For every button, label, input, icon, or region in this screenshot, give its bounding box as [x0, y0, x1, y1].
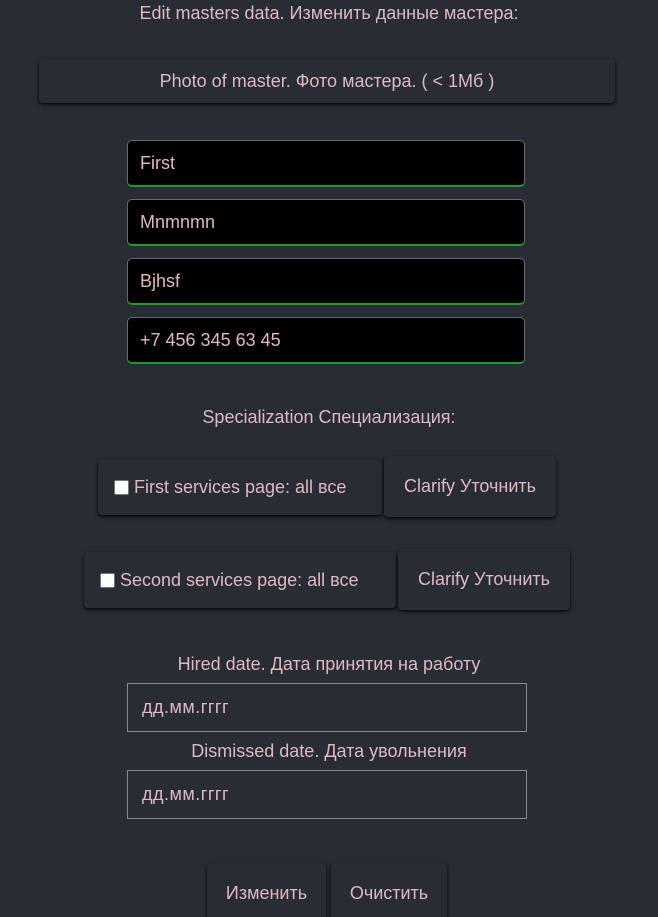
second-services-checkbox[interactable]: [100, 572, 115, 588]
hired-date-input[interactable]: дд.мм.гггг: [127, 683, 527, 732]
page-title: Edit masters data. Изменить данные масте…: [139, 3, 519, 23]
first-services-option[interactable]: First services page: all все: [98, 459, 382, 515]
first-services-checkbox[interactable]: [114, 479, 129, 495]
patronymic-input[interactable]: [127, 258, 525, 305]
dismissed-date-label: Dismissed date. Дата увольнения: [191, 741, 467, 761]
first-name-input[interactable]: [127, 140, 525, 187]
second-services-clarify-button[interactable]: Clarify Уточнить: [398, 549, 570, 610]
edit-master-page: Edit masters data. Изменить данные масте…: [0, 0, 658, 917]
second-services-option[interactable]: Second services page: all все: [84, 552, 396, 608]
first-services-clarify-button[interactable]: Clarify Уточнить: [384, 456, 556, 517]
second-services-label: Second services page: all все: [120, 569, 359, 590]
submit-button[interactable]: Изменить: [207, 863, 326, 917]
first-services-label: First services page: all все: [134, 476, 347, 497]
clear-button[interactable]: Очистить: [331, 863, 447, 917]
dismissed-date-input[interactable]: дд.мм.гггг: [127, 770, 527, 819]
last-name-input[interactable]: [127, 199, 525, 246]
phone-input[interactable]: [127, 317, 525, 364]
photo-upload-button[interactable]: Photo of master. Фото мастера. ( < 1Мб ): [39, 59, 615, 103]
specialization-label: Specialization Специализация:: [202, 407, 456, 427]
hired-date-label: Hired date. Дата принятия на работу: [177, 654, 481, 674]
